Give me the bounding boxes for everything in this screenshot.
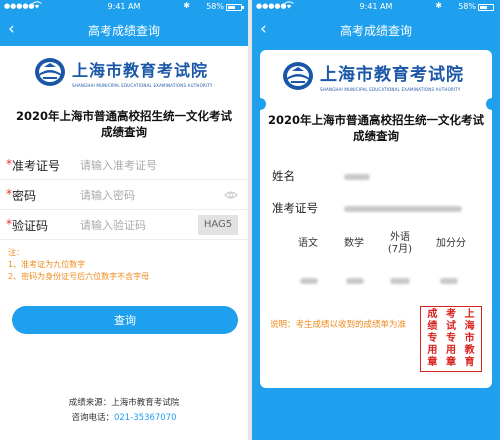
- page-title: 高考成绩查询: [87, 24, 160, 38]
- result-card: 上海市教育考试院 SHANGHAI MUNICIPAL EDUCATIONAL …: [260, 50, 492, 388]
- card-notch-left: [254, 98, 266, 110]
- official-stamp: 成绩专用章 考试专用章 上海市教育: [420, 306, 482, 372]
- stamp-column-2: 考试专用章: [445, 309, 456, 368]
- footer-phone-number[interactable]: 021-35367070: [114, 413, 177, 423]
- status-bar: ●●●●● 9:41 AM ✱ 58%: [252, 0, 500, 14]
- exam-heading: 2020年上海市普通高校招生统一文化考试 成绩查询: [0, 108, 248, 140]
- notes-line2: 2、密码为身份证号后六位数字不含字母: [8, 272, 150, 281]
- battery-percent: 58%: [458, 2, 476, 11]
- battery-level: [480, 6, 487, 9]
- footer-phone: 咨询电话：021-35367070: [0, 411, 248, 423]
- subject-chinese: 语文: [298, 238, 318, 249]
- captcha-image[interactable]: HAG5: [198, 215, 238, 235]
- page-title: 高考成绩查询: [339, 24, 412, 38]
- nav-bar: ‹ 高考成绩查询: [0, 14, 248, 46]
- score-math-blurred: [346, 278, 364, 284]
- exam-heading-line1: 2020年上海市普通高校招生统一文化考试: [15, 109, 232, 123]
- emblem-icon: [283, 62, 313, 90]
- eye-icon[interactable]: [224, 190, 238, 200]
- password-label: 密码: [12, 189, 37, 203]
- notes-title: 注：: [8, 248, 24, 257]
- notes: 注： 1、准考证为九位数字 2、密码为身份证号后六位数字不含字母: [8, 247, 149, 283]
- footer-phone-label: 咨询电话：: [71, 413, 114, 423]
- exam-heading-line1: 2020年上海市普通高校招生统一文化考试: [267, 113, 484, 127]
- bluetooth-icon: ✱: [183, 1, 190, 10]
- score-bonus-blurred: [440, 278, 458, 284]
- logo-name-en: SHANGHAI MUNICIPAL EDUCATIONAL EXAMINATI…: [320, 87, 461, 92]
- exam-heading-line2: 成绩查询: [101, 125, 147, 139]
- password-row: * 密码: [0, 180, 248, 210]
- result-remark: 说明：考生成绩以收到的成绩单为准: [270, 320, 407, 330]
- ticket-number-row: * 准考证号: [0, 150, 248, 180]
- subject-foreign: 外语 (7月): [380, 232, 420, 256]
- login-screen: ●●●●● 9:41 AM ✱ 58% ‹ 高考成绩查询 上海市教育考试院 SH…: [0, 0, 248, 440]
- nav-bar: ‹ 高考成绩查询: [252, 14, 500, 46]
- logo-name-en: SHANGHAI MUNICIPAL EDUCATIONAL EXAMINATI…: [72, 82, 213, 88]
- captcha-row: * 验证码 HAG5: [0, 210, 248, 240]
- name-label: 姓名: [272, 169, 295, 183]
- result-screen: ●●●●● 9:41 AM ✱ 58% ‹ 高考成绩查询 上海市教育考试院 SH…: [252, 0, 500, 440]
- score-foreign-blurred: [390, 278, 410, 284]
- battery-icon: [478, 4, 494, 11]
- ticket-number-input[interactable]: [80, 156, 190, 174]
- logo-name-cn: 上海市教育考试院: [72, 60, 209, 80]
- stamp-column-1: 成绩专用章: [427, 309, 438, 368]
- query-button[interactable]: 查询: [12, 306, 238, 334]
- emblem-icon: [35, 58, 65, 86]
- subject-math: 数学: [344, 238, 364, 249]
- captcha-label: 验证码: [12, 219, 49, 233]
- battery-level: [228, 6, 235, 9]
- name-value-blurred: [344, 174, 370, 180]
- battery-icon: [226, 4, 244, 11]
- score-chinese-blurred: [300, 278, 318, 284]
- footer-source: 成绩来源：上海市教育考试院: [68, 398, 180, 408]
- authority-logo: 上海市教育考试院 SHANGHAI MUNICIPAL EDUCATIONAL …: [282, 60, 464, 92]
- exam-heading-line2: 成绩查询: [353, 129, 399, 143]
- status-bar: ●●●●● 9:41 AM ✱ 58%: [0, 0, 248, 14]
- notes-line1: 1、准考证为九位数字: [8, 260, 86, 269]
- card-notch-right: [486, 98, 498, 110]
- subject-foreign-line1: 外语: [390, 232, 410, 243]
- ticket-number-label: 准考证号: [12, 159, 61, 173]
- captcha-input[interactable]: [80, 216, 170, 234]
- password-input[interactable]: [80, 186, 190, 204]
- stamp-column-3: 上海市教育: [464, 309, 475, 368]
- subject-bonus: 加分分: [436, 238, 466, 249]
- logo-name-cn: 上海市教育考试院: [320, 65, 464, 85]
- battery-percent: 58%: [206, 2, 224, 11]
- ticket-number-blurred: [344, 206, 462, 212]
- subject-foreign-line2: (7月): [387, 244, 413, 255]
- authority-logo: 上海市教育考试院 SHANGHAI MUNICIPAL EDUCATIONAL …: [34, 55, 213, 89]
- ticket-number-label: 准考证号: [272, 201, 318, 215]
- exam-heading: 2020年上海市普通高校招生统一文化考试 成绩查询: [260, 112, 492, 144]
- bluetooth-icon: ✱: [435, 1, 442, 10]
